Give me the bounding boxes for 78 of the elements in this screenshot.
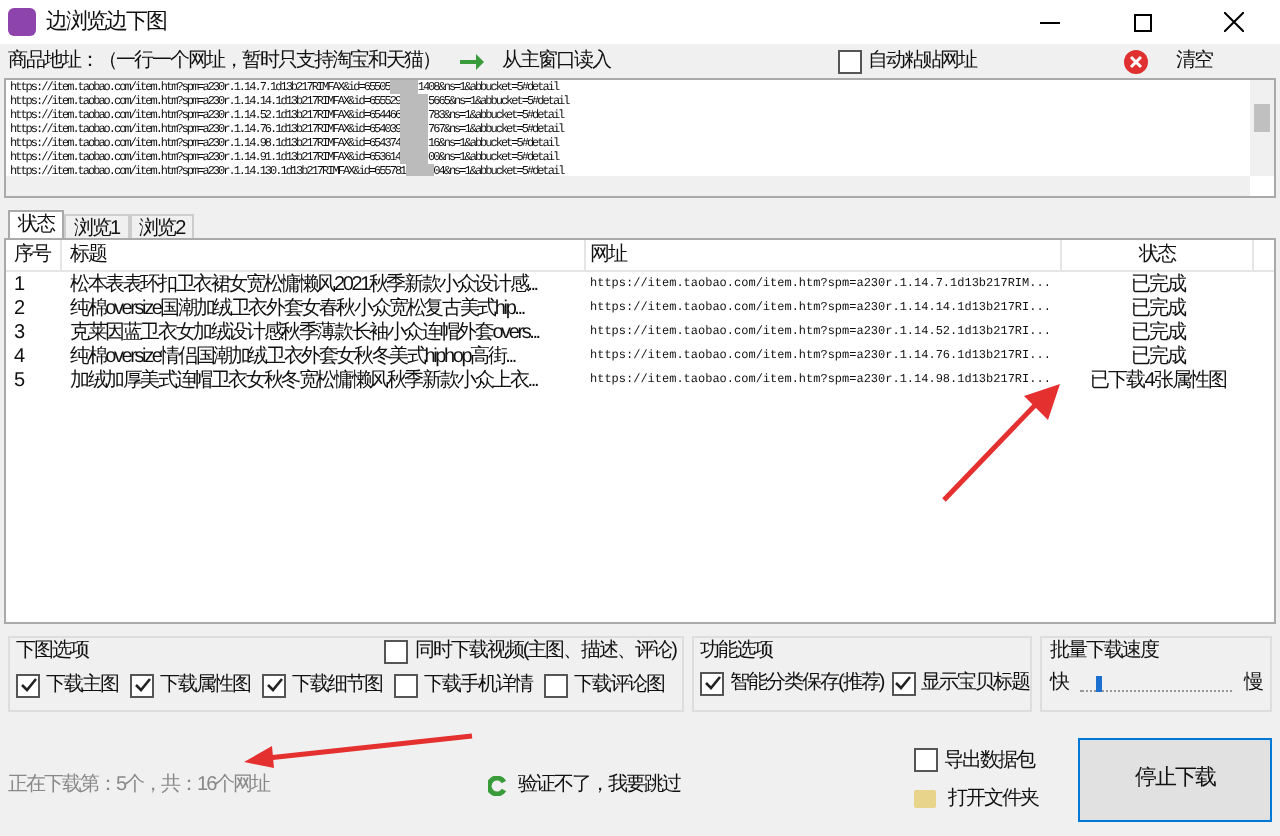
checkbox[interactable] (16, 673, 40, 697)
clear-button[interactable]: 清空 (1176, 48, 1212, 74)
url-input[interactable] (4, 78, 1276, 198)
panel-title: 下图选项 (16, 638, 88, 664)
table-cell-text: 1 (12, 271, 26, 297)
folder-icon (914, 789, 936, 807)
address-label: 商品地址：（一行一个网址，暂时只支持淘宝和天猫） (8, 48, 440, 74)
table-cell-text: 已完成 (1129, 319, 1188, 345)
checkbox[interactable] (544, 673, 568, 697)
table-cell-text: 加绒加厚美式连帽卫衣女秋冬宽松慵懒风秋季新款小众上衣... (68, 367, 540, 393)
table-cell-text: 已完成 (1129, 295, 1188, 321)
option-checkbox[interactable]: 下载细节图 (262, 672, 382, 698)
horizontal-scrollbar[interactable] (6, 176, 1250, 196)
tab[interactable]: 浏览1 (64, 214, 130, 238)
checkbox[interactable] (838, 49, 862, 73)
checkbox-label: 下载属性图 (160, 672, 250, 698)
checkbox[interactable] (914, 748, 938, 772)
vertical-scrollbar[interactable] (1250, 80, 1274, 176)
table-cell-text: 克莱因蓝卫衣女加绒设计感秋季薄款长袖小众连帽外套overs... (68, 319, 542, 345)
export-checkbox[interactable]: 导出数据包 (914, 747, 1038, 773)
check-icon (19, 676, 37, 694)
open-folder-button[interactable]: 打开文件夹 (948, 785, 1038, 811)
table-cell-text: 2 (12, 295, 26, 321)
column-header[interactable]: 状态 (1062, 240, 1254, 270)
check-icon (703, 674, 721, 692)
check-icon (133, 676, 151, 694)
table-cell-text: 4 (12, 343, 27, 369)
option-checkbox[interactable]: 显示宝贝标题 (891, 670, 1030, 696)
column-header[interactable]: 网址 (586, 240, 1062, 270)
check-icon (265, 676, 283, 694)
tab[interactable]: 状态 (8, 210, 64, 238)
checkbox-label: 显示宝贝标题 (921, 670, 1030, 696)
table-cell-text: 松本表表环扣卫衣裙女宽松慵懒风2021秋季新款小众设计感... (68, 271, 540, 297)
auto-paste-checkbox[interactable]: 自动粘贴网址 (838, 48, 976, 74)
fast-label: 快 (1050, 670, 1068, 696)
checkbox[interactable] (891, 671, 916, 695)
checkbox-label: 下载细节图 (292, 672, 382, 698)
table-cell-text: 已下载4张属性图 (1088, 367, 1228, 393)
speed-slider[interactable] (1080, 675, 1232, 691)
checkbox[interactable] (394, 673, 418, 697)
table-cell-text: 纯棉oversize情侣国潮加绒卫衣外套女秋冬美式hiphop高街... (68, 343, 518, 367)
arrow-icon (460, 53, 484, 69)
table-cell-text: 纯棉oversize国潮加绒卫衣外套女春秋小众宽松复古美式hip... (68, 295, 527, 321)
checkbox[interactable] (130, 673, 154, 697)
slider-thumb[interactable] (1095, 675, 1102, 691)
checkbox-label: 下载评论图 (574, 672, 664, 698)
option-checkbox[interactable]: 下载手机详情 (394, 672, 532, 698)
panel-title: 批量下载速度 (1050, 640, 1158, 662)
skip-link[interactable]: 验证不了，我要跳过 (518, 772, 680, 798)
panel-title: 功能选项 (700, 640, 772, 662)
clear-icon (1124, 49, 1148, 73)
column-header[interactable]: 序号 (6, 240, 62, 270)
slow-label: 慢 (1244, 670, 1262, 696)
option-checkbox[interactable]: 智能分类保存(推荐) (700, 670, 884, 696)
stop-button[interactable]: 停止下载 (1078, 737, 1272, 821)
column-header[interactable]: 标题 (62, 240, 586, 270)
checkbox[interactable] (700, 671, 724, 695)
checkbox-label: 下载主图 (46, 672, 118, 698)
option-checkbox[interactable]: 下载主图 (16, 672, 118, 698)
checkbox-label: 导出数据包 (944, 747, 1034, 773)
app-icon (8, 8, 36, 36)
option-checkbox[interactable]: 下载评论图 (544, 672, 664, 698)
table-cell-text: 已完成 (1129, 343, 1188, 369)
status-text: 正在下载第：5个，共：16个网址 (8, 772, 273, 798)
checkbox[interactable] (262, 673, 286, 697)
table-cell-text: 已完成 (1129, 271, 1188, 297)
read-button[interactable]: 从主窗口读入 (502, 48, 610, 74)
table-cell-text: 3 (12, 319, 27, 345)
refresh-icon (488, 775, 508, 795)
checkbox-label: 下载手机详情 (424, 672, 532, 698)
checkbox-label: 智能分类保存(推荐) (730, 670, 884, 696)
check-icon (894, 674, 913, 692)
option-checkbox[interactable]: 下载属性图 (130, 672, 250, 698)
checkbox[interactable] (384, 639, 409, 663)
tab[interactable]: 浏览2 (129, 214, 195, 238)
table-cell-text: 5 (12, 367, 27, 393)
checkbox-label: 自动粘贴网址 (868, 48, 976, 74)
window-title: 边浏览边下图 (46, 9, 166, 35)
